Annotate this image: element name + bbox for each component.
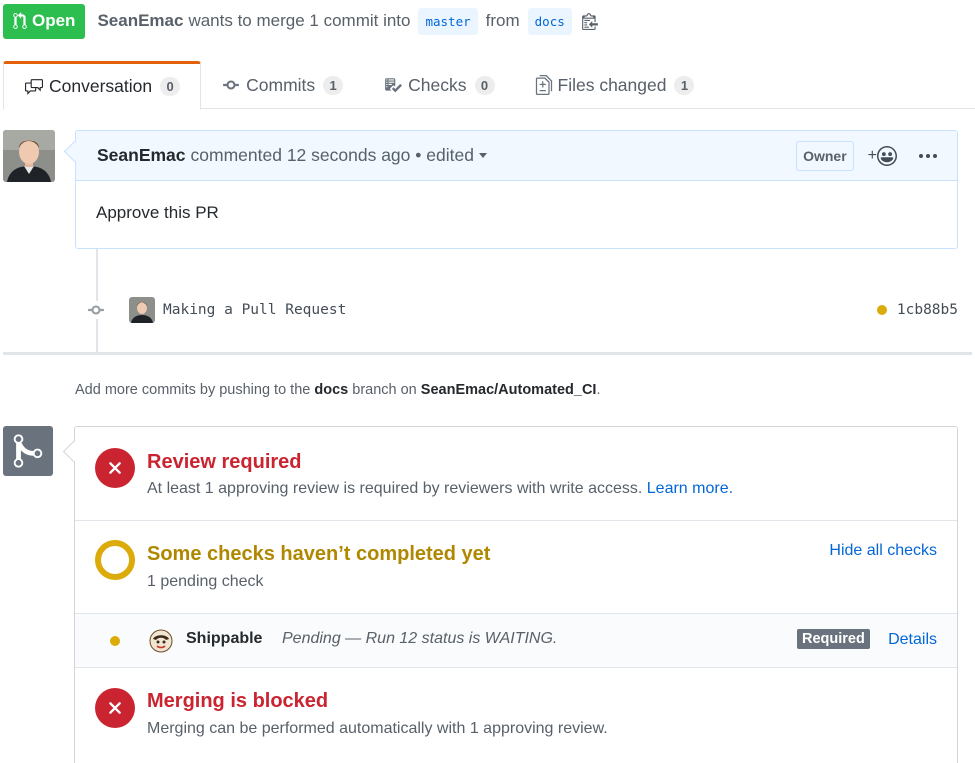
tab-label: Files changed (557, 74, 667, 95)
chevron-down-icon[interactable] (478, 153, 487, 158)
pending-ring-icon (95, 540, 135, 580)
review-required-desc: At least 1 approving review is required … (147, 480, 733, 498)
timeline-divider (3, 352, 972, 355)
push-note-suffix: . (596, 382, 601, 398)
base-branch[interactable]: master (418, 7, 478, 35)
commit-author-avatar[interactable] (129, 297, 155, 323)
pr-author-link[interactable]: SeanEmac (97, 11, 183, 31)
owner-badge: Owner (796, 140, 854, 171)
review-required-title: Review required (147, 451, 302, 473)
required-badge: Required (797, 629, 870, 649)
push-note-branch: docs (314, 382, 349, 398)
push-note-prefix: Add more commits by pushing to the (75, 382, 311, 398)
more-options-icon[interactable] (919, 153, 937, 158)
author-avatar[interactable] (3, 130, 55, 182)
x-circle-icon (95, 448, 135, 488)
pr-meta-text: wants to merge 1 commit into (188, 11, 411, 30)
learn-more-link[interactable]: Learn more. (647, 480, 733, 497)
smiley-icon (877, 145, 897, 166)
comment-body: Approve this PR (96, 203, 219, 222)
pr-meta: SeanEmac wants to merge 1 commit into ma… (97, 7, 598, 35)
file-diff-icon (535, 75, 553, 95)
git-merge-icon (3, 426, 53, 476)
tab-counter: 1 (674, 75, 695, 95)
add-reaction-button[interactable]: + (867, 145, 897, 166)
commit-row: Making a Pull Request 1cb88b5 (85, 294, 958, 326)
merging-blocked-section: Merging is blocked Merging can be perfor… (75, 668, 957, 760)
check-status: Pending — Run 12 status is WAITING. (282, 630, 558, 647)
commit-sha-link[interactable]: 1cb88b5 (897, 302, 958, 318)
commit-meta: 1cb88b5 (876, 302, 958, 318)
tab-files-changed[interactable]: Files changed 1 (515, 61, 715, 109)
pending-status-icon[interactable] (876, 305, 887, 315)
comment-author-link[interactable]: SeanEmac (97, 145, 186, 166)
x-circle-icon (95, 688, 135, 728)
tab-counter: 0 (160, 77, 181, 96)
review-required-section: Review required At least 1 approving rev… (75, 427, 957, 521)
check-item-row: Shippable Pending — Run 12 status is WAI… (75, 614, 957, 668)
checklist-icon (383, 76, 403, 94)
comment-box: SeanEmac commented 12 seconds ago • edit… (75, 130, 958, 249)
check-details-link[interactable]: Details (888, 631, 937, 649)
git-pull-request-icon (13, 12, 27, 29)
git-commit-icon (221, 76, 241, 94)
checks-section: Some checks haven’t completed yet 1 pend… (75, 521, 957, 614)
pr-state-label: Open (32, 11, 76, 30)
commit-message-link[interactable]: Making a Pull Request (163, 302, 346, 318)
plus-label: + (867, 146, 877, 164)
tab-commits[interactable]: Commits 1 (201, 61, 363, 109)
merge-status-box: Review required At least 1 approving rev… (74, 426, 958, 763)
comment-discussion-icon (24, 78, 44, 96)
comment-header: SeanEmac commented 12 seconds ago • edit… (76, 131, 957, 181)
check-name: Shippable (186, 630, 263, 647)
clippy-icon[interactable] (581, 12, 598, 30)
review-required-text: At least 1 approving review is required … (147, 480, 643, 497)
pr-state-badge: Open (3, 3, 86, 39)
pr-header: Open SeanEmac wants to merge 1 commit in… (0, 2, 598, 40)
tab-conversation[interactable]: Conversation 0 (3, 61, 202, 110)
tab-label: Conversation (49, 76, 153, 96)
tab-label: Commits (246, 74, 316, 95)
push-note-repo: SeanEmac/Automated_CI (420, 382, 597, 398)
hide-all-checks-button[interactable]: Hide all checks (829, 542, 937, 560)
tab-label: Checks (408, 74, 467, 95)
pr-meta-from: from (485, 11, 520, 30)
comment-actions: Owner + (796, 140, 937, 171)
comment-meta[interactable]: commented 12 seconds ago • edited (191, 145, 474, 166)
pr-tabs: Conversation 0 Commits 1 Checks 0 Files … (3, 61, 975, 110)
merging-blocked-title: Merging is blocked (147, 690, 329, 712)
tab-checks[interactable]: Checks 0 (363, 61, 514, 109)
tab-counter: 1 (323, 75, 344, 95)
checks-title: Some checks haven’t completed yet (147, 543, 491, 565)
head-branch[interactable]: docs (527, 7, 572, 35)
git-commit-icon (85, 301, 107, 319)
pending-status-icon (110, 636, 120, 646)
push-note-middle: branch on (352, 382, 417, 398)
checks-desc: 1 pending check (147, 573, 264, 590)
merging-blocked-desc: Merging can be performed automatically w… (147, 720, 608, 737)
shippable-logo-icon (149, 629, 173, 653)
push-note: Add more commits by pushing to the docs … (75, 382, 600, 398)
tab-counter: 0 (474, 75, 495, 95)
